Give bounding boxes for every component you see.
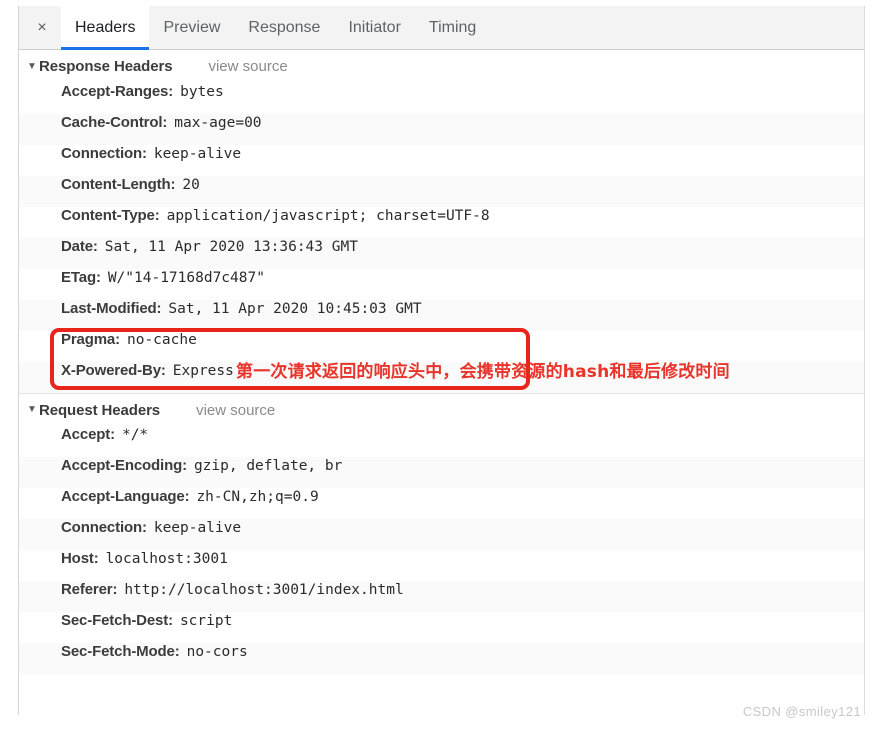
tab-timing[interactable]: Timing	[415, 6, 490, 50]
header-value: http://localhost:3001/index.html	[124, 582, 404, 598]
tab-headers[interactable]: Headers	[61, 6, 150, 50]
table-row: Connection: keep-alive	[19, 145, 864, 176]
headers-content: ▼ Response Headers view source Accept-Ra…	[19, 50, 864, 715]
header-name: Connection:	[61, 145, 147, 162]
table-row: Content-Type: application/javascript; ch…	[19, 207, 864, 238]
chevron-down-icon[interactable]: ▼	[25, 61, 39, 72]
header-name: Content-Type:	[61, 207, 160, 224]
section-title-response: Response Headers	[39, 58, 173, 75]
tab-initiator-label: Initiator	[348, 18, 401, 36]
tab-initiator[interactable]: Initiator	[334, 6, 414, 50]
table-row-last-modified: Last-Modified: Sat, 11 Apr 2020 10:45:03…	[19, 300, 864, 331]
header-name: ETag:	[61, 269, 101, 286]
header-name: Sec-Fetch-Dest:	[61, 612, 173, 629]
header-value: W/"14-17168d7c487"	[107, 270, 265, 286]
header-value: */*	[121, 427, 149, 443]
header-value: Sat, 11 Apr 2020 10:45:03 GMT	[168, 301, 422, 317]
header-name: Last-Modified:	[61, 300, 162, 317]
header-name: Content-Length:	[61, 176, 176, 193]
section-header-request[interactable]: ▼ Request Headers view source	[19, 393, 864, 426]
tab-headers-label: Headers	[75, 18, 136, 36]
header-value: keep-alive	[153, 146, 242, 162]
section-title-request: Request Headers	[39, 401, 161, 419]
header-value: keep-alive	[153, 520, 242, 536]
header-name: Pragma:	[61, 331, 120, 348]
header-name: Date:	[61, 238, 98, 255]
table-row: Content-Length: 20	[19, 176, 864, 207]
watermark: CSDN @smiley121	[742, 704, 861, 719]
view-source-link-response[interactable]: view source	[208, 58, 287, 75]
tab-preview[interactable]: Preview	[149, 6, 234, 50]
header-name: Accept-Ranges:	[61, 83, 174, 100]
header-name: Connection:	[61, 519, 147, 536]
table-row: Accept-Language: zh-CN,zh;q=0.9	[19, 488, 864, 519]
header-value: max-age=00	[174, 115, 262, 131]
header-value: localhost:3001	[105, 551, 228, 567]
header-name: Accept-Language:	[61, 488, 190, 505]
table-row: Referer: http://localhost:3001/index.htm…	[19, 581, 864, 612]
tab-bar: × Headers Preview Response Initiator Tim…	[19, 6, 864, 50]
view-source-link-request[interactable]: view source	[196, 402, 275, 419]
annotation-note: 第一次请求返回的响应头中，会携带资源的hash和最后修改时间	[236, 362, 730, 382]
header-value: no-cache	[126, 332, 197, 348]
header-value: script	[179, 613, 233, 629]
tab-preview-label: Preview	[163, 18, 221, 36]
section-header-response[interactable]: ▼ Response Headers view source	[19, 50, 864, 83]
header-value: no-cors	[186, 644, 248, 660]
table-row: Date: Sat, 11 Apr 2020 13:36:43 GMT	[19, 238, 864, 269]
table-row: Connection: keep-alive	[19, 519, 864, 550]
header-name: Cache-Control:	[61, 114, 168, 131]
table-row: Host: localhost:3001	[19, 550, 864, 581]
close-icon[interactable]: ×	[29, 15, 55, 41]
table-row-etag: ETag: W/"14-17168d7c487"	[19, 269, 864, 300]
table-row: Accept-Encoding: gzip, deflate, br	[19, 457, 864, 488]
header-value: gzip, deflate, br	[193, 458, 343, 474]
tab-timing-label: Timing	[428, 18, 477, 36]
header-value: 20	[182, 177, 200, 193]
header-value: bytes	[180, 84, 224, 100]
header-value: Sat, 11 Apr 2020 13:36:43 GMT	[104, 239, 358, 255]
table-row: Cache-Control: max-age=00	[19, 114, 864, 145]
header-name: X-Powered-By:	[61, 362, 166, 379]
header-name: Host:	[61, 550, 99, 567]
header-name: Accept:	[61, 426, 115, 443]
table-row: Accept: */*	[19, 426, 864, 457]
header-name: Referer:	[61, 581, 118, 598]
table-row: Sec-Fetch-Dest: script	[19, 612, 864, 643]
table-row: Accept-Ranges: bytes	[19, 83, 864, 114]
tab-response-label: Response	[248, 18, 321, 36]
tab-response[interactable]: Response	[234, 6, 334, 50]
header-value: application/javascript; charset=UTF-8	[166, 208, 490, 224]
header-name: Sec-Fetch-Mode:	[61, 643, 180, 660]
header-value: Express	[172, 363, 234, 379]
header-value: zh-CN,zh;q=0.9	[196, 489, 319, 505]
header-name: Accept-Encoding:	[61, 457, 187, 474]
table-row: Sec-Fetch-Mode: no-cors	[19, 643, 864, 674]
chevron-down-icon[interactable]: ▼	[25, 405, 39, 415]
